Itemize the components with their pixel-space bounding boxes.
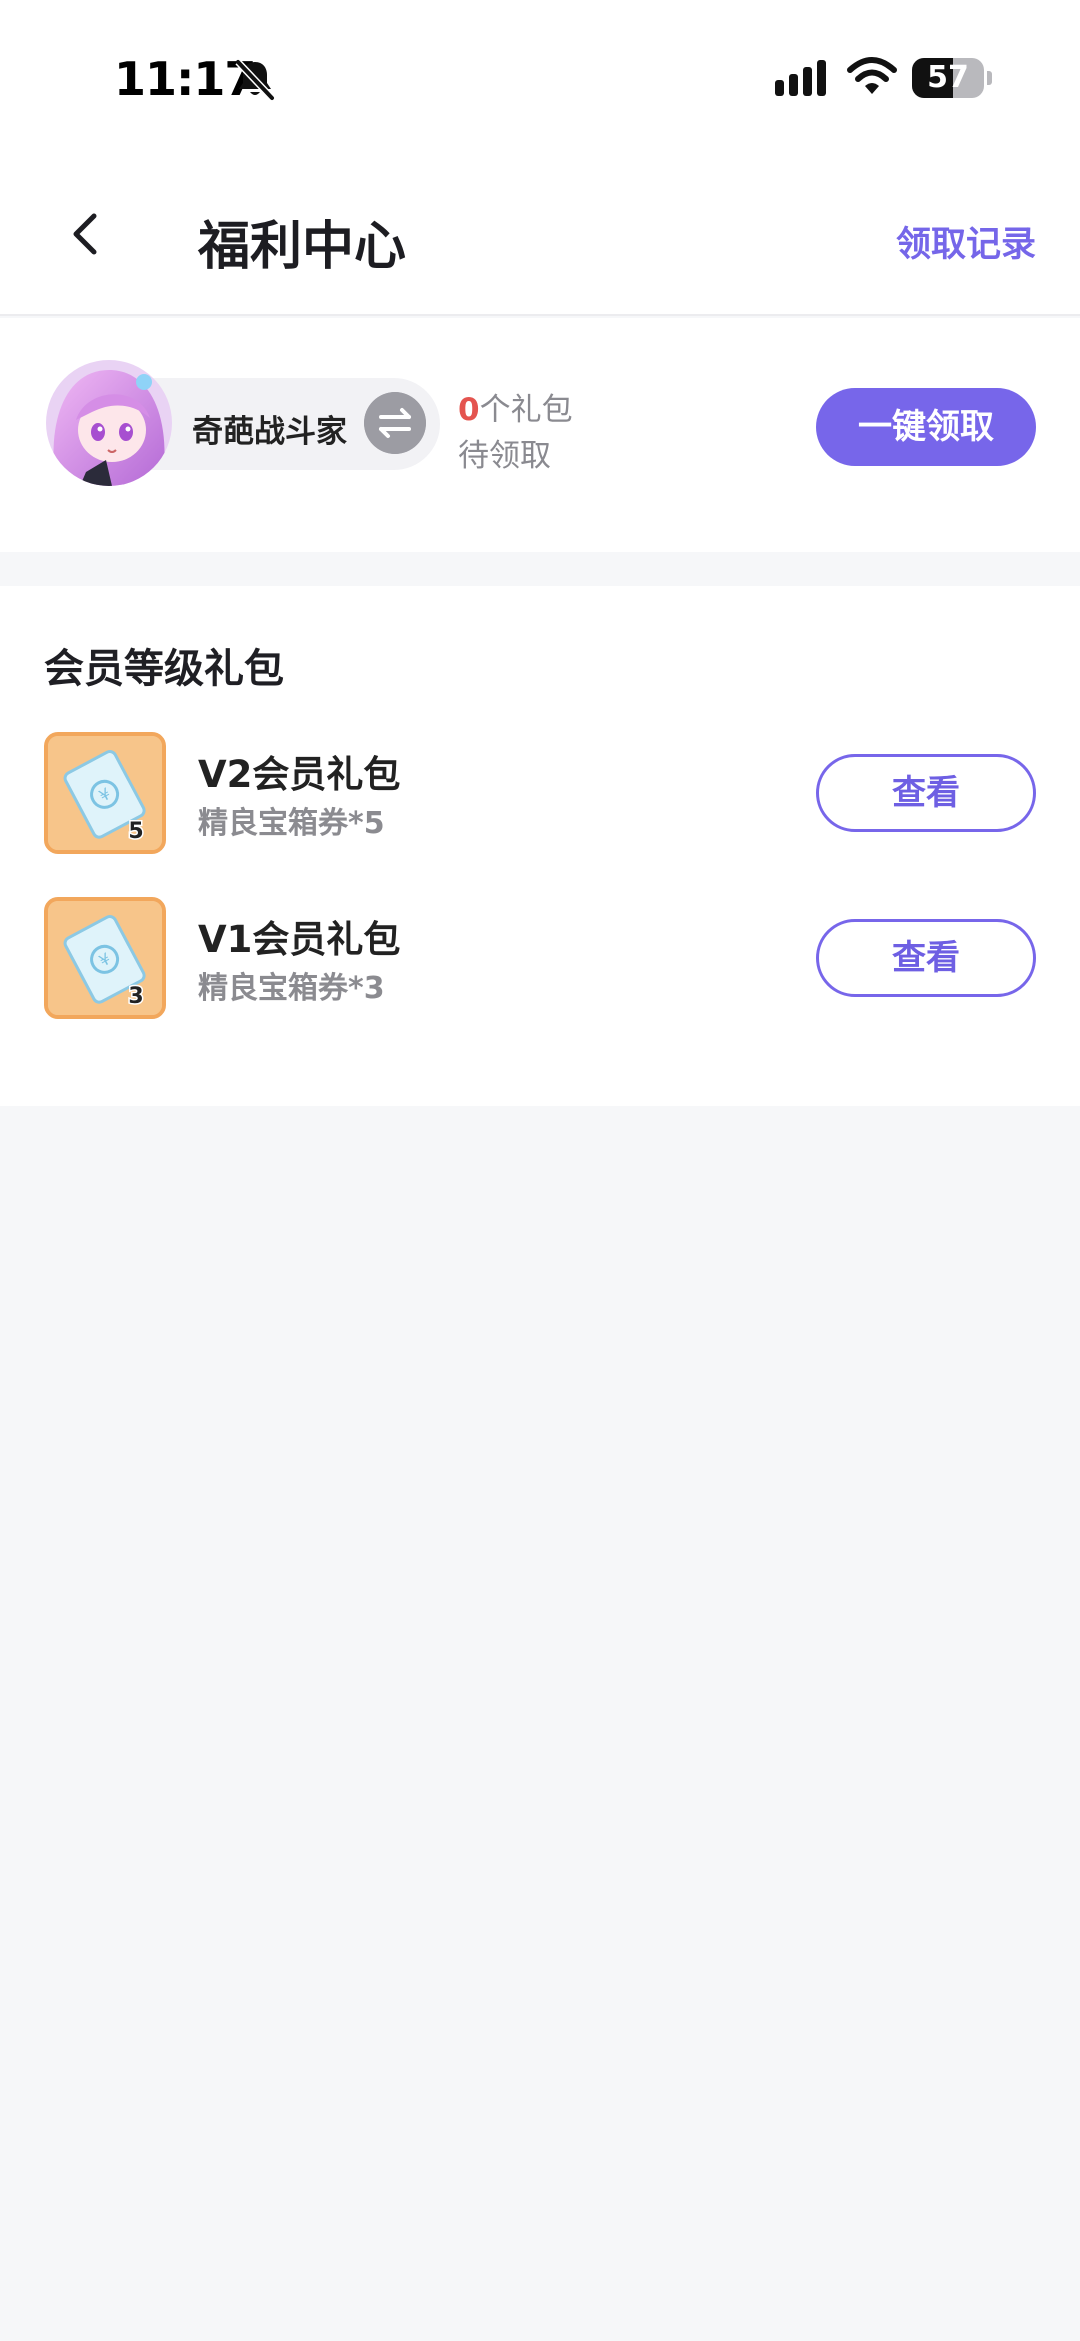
- swap-arrows-icon[interactable]: [364, 392, 426, 454]
- gift-name: V1会员礼包: [198, 918, 401, 961]
- ticket-count-badge: 3: [128, 984, 143, 1009]
- member-gift-section: 会员等级礼包 ¥ 5 V2会员礼包 精良宝箱券*5 查看 ¥ 3 V1会员礼包 …: [0, 586, 1080, 1106]
- chevron-left-icon[interactable]: [56, 204, 116, 264]
- ticket-icon: ¥ 5: [44, 732, 166, 854]
- gift-desc: 精良宝箱券*5: [198, 806, 385, 841]
- bell-muted-icon: [235, 59, 275, 101]
- username: 奇葩战斗家: [192, 414, 347, 450]
- page: 11:17 57 福利中心 领取记录 奇葩战斗家 0个礼包 待领取 一键领取 会…: [0, 0, 1080, 2341]
- ticket-count-badge: 5: [128, 819, 143, 844]
- battery-icon: 57: [912, 58, 992, 98]
- page-title: 福利中心: [198, 217, 407, 277]
- claim-all-button[interactable]: 一键领取: [816, 388, 1036, 466]
- gift-desc: 精良宝箱券*3: [198, 971, 385, 1006]
- wifi-icon: [847, 57, 897, 94]
- gift-count-text: 0个礼包: [458, 384, 573, 429]
- view-button[interactable]: 查看: [816, 754, 1036, 832]
- account-card: 奇葩战斗家 0个礼包 待领取 一键领取: [0, 318, 1080, 552]
- avatar: [46, 360, 172, 486]
- section-title: 会员等级礼包: [44, 646, 284, 692]
- battery-tip: [987, 71, 992, 85]
- list-item: ¥ 5 V2会员礼包 精良宝箱券*5 查看: [0, 732, 1080, 854]
- claim-record-link[interactable]: 领取记录: [896, 216, 1036, 267]
- ticket-icon: ¥ 3: [44, 897, 166, 1019]
- battery-body: 57: [912, 58, 984, 98]
- pending-label: 待领取: [458, 438, 551, 474]
- nav-bar: 福利中心 领取记录: [0, 150, 1080, 316]
- status-bar: 11:17 57: [0, 0, 1080, 150]
- view-button[interactable]: 查看: [816, 919, 1036, 997]
- gift-count-suffix: 个礼包: [479, 392, 573, 428]
- gift-count-number: 0: [458, 392, 480, 428]
- battery-level: 57: [927, 60, 969, 95]
- gift-name: V2会员礼包: [198, 753, 401, 796]
- cellular-signal-icon: [775, 60, 826, 96]
- list-item: ¥ 3 V1会员礼包 精良宝箱券*3 查看: [0, 897, 1080, 1019]
